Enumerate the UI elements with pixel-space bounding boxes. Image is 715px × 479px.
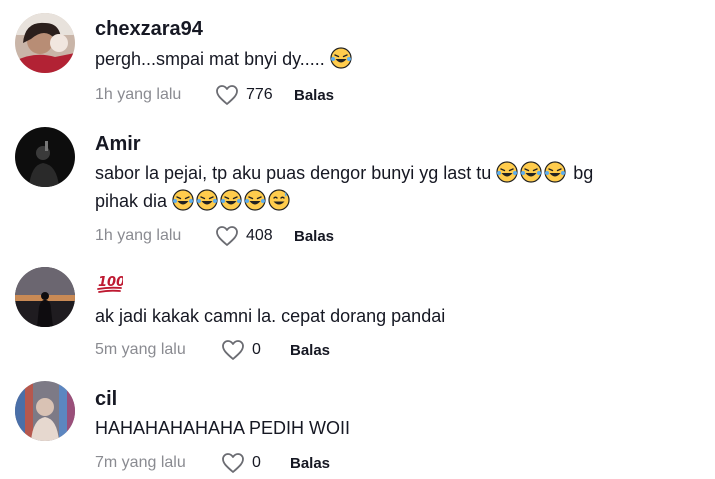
like-button[interactable]: 408 [215, 225, 286, 247]
like-count: 0 [252, 341, 261, 358]
comment-item: Amir sabor la pejai, tp aku puas dengor … [0, 118, 715, 260]
comment-time: 1h yang lalu [95, 227, 182, 244]
comment-item: cil HAHAHAHAHAHA PEDIH WOII 7m yang lalu… [0, 370, 715, 479]
comment-text: sabor la pejai, tp aku puas dengor bunyi… [95, 159, 685, 215]
like-button[interactable]: 0 [221, 339, 282, 361]
comment-text-content: sabor la pejai, tp aku puas dengor bunyi… [95, 163, 492, 183]
comment-text-content: pergh...smpai mat bnyi dy..... [95, 49, 325, 69]
hundred-points-emoji-icon: 100 [97, 272, 123, 294]
comment-meta: 5m yang lalu 0 Balas [95, 336, 330, 364]
reply-button[interactable]: Balas [294, 87, 334, 104]
like-button[interactable]: 0 [221, 452, 282, 474]
comment-time: 1h yang lalu [95, 86, 182, 103]
like-count: 408 [246, 227, 273, 244]
comment-time: 7m yang lalu [95, 454, 186, 471]
laughing-tears-emoji-icon [496, 161, 518, 183]
reply-button[interactable]: Balas [290, 455, 330, 472]
like-button[interactable]: 776 [215, 84, 286, 106]
avatar[interactable] [15, 267, 75, 327]
comment-time: 5m yang lalu [95, 341, 186, 358]
laughing-tears-emoji-icon [544, 161, 566, 183]
avatar[interactable] [15, 127, 75, 187]
avatar[interactable] [15, 381, 75, 441]
laughing-tears-emoji-icon [196, 189, 218, 211]
comment-meta: 1h yang lalu 408 Balas [95, 222, 334, 250]
username[interactable]: chexzara94 [95, 18, 203, 41]
comment-meta: 1h yang lalu 776 Balas [95, 81, 334, 109]
comment-text-content: ak jadi kakak camni la. cepat dorang pan… [95, 306, 446, 326]
heart-outline-icon[interactable] [221, 339, 245, 361]
comment-item: 100 ak jadi kakak camni la. cepat dorang… [0, 260, 715, 370]
comment-text: HAHAHAHAHAHA PEDIH WOII [95, 414, 685, 442]
laughing-tears-emoji-icon [520, 161, 542, 183]
laughing-tears-emoji-icon [244, 189, 266, 211]
reply-button[interactable]: Balas [290, 342, 330, 359]
sweat-smile-emoji-icon [268, 189, 290, 211]
avatar[interactable] [15, 13, 75, 73]
heart-outline-icon[interactable] [221, 452, 245, 474]
username[interactable]: cil [95, 388, 117, 411]
like-count: 776 [246, 86, 273, 103]
laughing-tears-emoji-icon [172, 189, 194, 211]
comment-text-content: HAHAHAHAHAHA PEDIH WOII [95, 418, 351, 438]
comment-text-line2: pihak dia [95, 191, 168, 211]
comment-text: ak jadi kakak camni la. cepat dorang pan… [95, 302, 685, 330]
laughing-tears-emoji-icon [220, 189, 242, 211]
reply-button[interactable]: Balas [294, 228, 334, 245]
comment-meta: 7m yang lalu 0 Balas [95, 449, 330, 477]
comment-text: pergh...smpai mat bnyi dy..... [95, 45, 685, 73]
laughing-tears-emoji-icon [330, 47, 352, 69]
comment-text-tail: bg [573, 163, 594, 183]
username[interactable]: Amir [95, 133, 141, 156]
like-count: 0 [252, 454, 261, 471]
heart-outline-icon[interactable] [215, 225, 239, 247]
heart-outline-icon[interactable] [215, 84, 239, 106]
comment-item: chexzara94 pergh...smpai mat bnyi dy....… [0, 0, 715, 118]
